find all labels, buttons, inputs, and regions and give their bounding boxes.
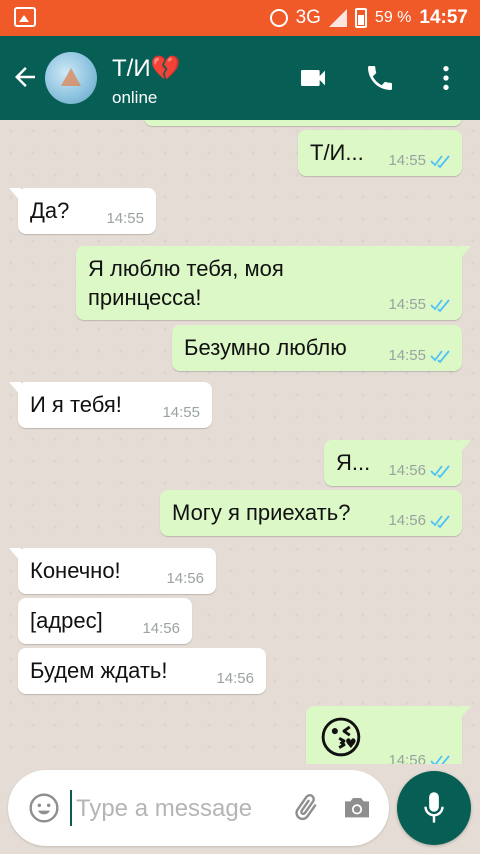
mic-icon (424, 792, 444, 823)
message-text: Да? (30, 198, 70, 223)
message-bubble[interactable]: Будем ждать! 14:56 (18, 648, 266, 694)
bubble-tail (9, 382, 21, 396)
kiss-emoji: 😘 (318, 714, 364, 763)
message-time: 14:55 (106, 210, 144, 227)
battery-icon (354, 8, 367, 28)
chat-header: Т/И💔 online (0, 36, 480, 120)
message-time: 14:55 (388, 296, 426, 313)
message-time: 14:55 (162, 404, 200, 421)
message-bubble[interactable]: И я тебя! 14:55 (9, 382, 212, 428)
emoji-icon[interactable] (28, 792, 60, 824)
message-text: Могу я приехать? (172, 500, 351, 525)
message-bubble[interactable]: Безумно люблю 14:55 (172, 325, 462, 371)
contact-name[interactable]: Т/И💔 (112, 54, 180, 83)
message-composer (8, 770, 389, 846)
avatar[interactable] (45, 52, 97, 104)
bubble-tail (9, 548, 21, 562)
message-bubble[interactable]: Я... 14:56 (324, 440, 471, 486)
message-text: [адрес] (30, 608, 103, 633)
message-text: Я люблю тебя, моя принцесса! (88, 256, 284, 310)
alarm-icon (269, 9, 288, 27)
network-type: 3G (295, 7, 321, 28)
message-time: 14:55 (388, 152, 426, 169)
bubble-tail (459, 440, 471, 454)
bubble-tail (459, 246, 471, 260)
message-text: И я тебя! (30, 392, 122, 417)
video-call-icon[interactable] (297, 62, 329, 94)
status-bar-indicators: 3G 59 % 14:57 (269, 0, 468, 36)
battery-percent: 59 % (374, 9, 412, 26)
attach-icon[interactable] (290, 792, 322, 824)
text-caret (70, 790, 72, 826)
message-time: 14:56 (388, 462, 426, 479)
more-vert-icon[interactable] (430, 62, 462, 94)
contact-status: online (112, 88, 158, 107)
back-arrow-icon[interactable] (10, 62, 40, 92)
voice-message-button[interactable] (397, 771, 471, 845)
message-time: 14:56 (142, 620, 180, 637)
message-time: 14:56 (388, 512, 426, 529)
message-bubble-partial (144, 120, 462, 126)
message-input[interactable] (74, 788, 288, 830)
message-bubble[interactable]: 😘 14:56 (306, 706, 471, 764)
read-ticks-icon (430, 299, 450, 312)
message-bubble[interactable]: Т/И... 14:55 (298, 130, 462, 176)
gallery-notification-icon (14, 7, 36, 27)
message-text: Я... (336, 450, 371, 475)
message-time: 14:56 (216, 670, 254, 687)
camera-icon[interactable] (340, 792, 374, 824)
message-time: 14:56 (388, 752, 426, 764)
clock-time: 14:57 (419, 7, 468, 28)
message-bubble[interactable]: Могу я приехать? 14:56 (160, 490, 462, 536)
message-text: Конечно! (30, 558, 121, 583)
read-ticks-icon (430, 350, 450, 363)
bubble-tail (459, 706, 471, 720)
bubble-tail (9, 188, 21, 202)
message-text: Т/И... (310, 140, 364, 165)
message-time: 14:56 (166, 570, 204, 587)
message-bubble[interactable]: Да? 14:55 (9, 188, 156, 234)
message-bubble[interactable]: [адрес] 14:56 (18, 598, 192, 644)
message-text: Безумно люблю (184, 335, 347, 360)
phone-icon[interactable] (364, 62, 396, 94)
message-bubble[interactable]: Я люблю тебя, моя принцесса! 14:55 (76, 246, 471, 320)
read-ticks-icon (430, 155, 450, 168)
message-bubble[interactable]: Конечно! 14:56 (9, 548, 216, 594)
signal-icon (328, 9, 347, 27)
read-ticks-icon (430, 515, 450, 528)
read-ticks-icon (430, 755, 450, 764)
message-time: 14:55 (388, 347, 426, 364)
message-text: Будем ждать! (30, 658, 168, 683)
read-ticks-icon (430, 465, 450, 478)
status-bar: 3G 59 % 14:57 (0, 0, 480, 36)
message-list[interactable]: Т/И... 14:55 Да? 14:55 Я люблю тебя, моя… (0, 120, 480, 764)
